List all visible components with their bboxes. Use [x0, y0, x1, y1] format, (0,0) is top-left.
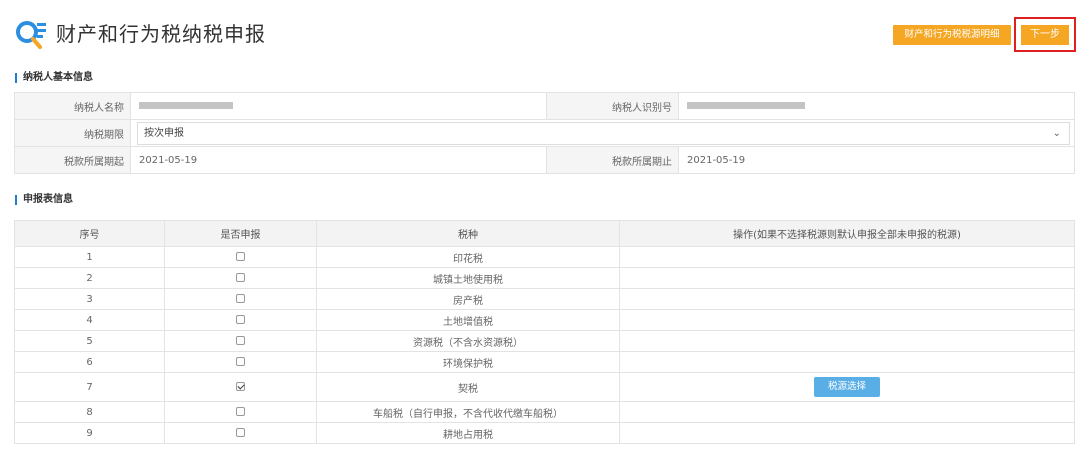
row-number: 8 — [14, 401, 165, 423]
row-number: 3 — [14, 288, 165, 310]
row-number: 1 — [14, 246, 165, 268]
action-cell — [619, 309, 1075, 331]
chevron-down-icon: ⌄ — [1052, 127, 1061, 139]
page-header: 财产和行为税纳税申报 财产和行为税税源明细 下一步 — [0, 0, 1080, 66]
declare-cell — [164, 330, 317, 352]
tax-type: 环境保护税 — [316, 351, 620, 373]
declare-cell — [164, 309, 317, 331]
column-header-tax-type: 税种 — [316, 220, 620, 247]
period-end-label: 税款所属期止 — [546, 146, 679, 174]
declare-cell — [164, 288, 317, 310]
tax-type: 城镇土地使用税 — [316, 267, 620, 289]
period-label: 纳税期限 — [14, 119, 131, 147]
declare-checkbox[interactable] — [236, 294, 245, 303]
period-select[interactable]: 按次申报 ⌄ — [137, 121, 1070, 145]
table-row: 2 城镇土地使用税 — [14, 267, 1075, 289]
action-cell — [619, 267, 1075, 289]
declaration-section-title: 申报表信息 — [15, 195, 73, 205]
row-number: 4 — [14, 309, 165, 331]
search-list-icon — [16, 21, 46, 49]
declare-checkbox[interactable] — [236, 273, 245, 282]
action-cell — [619, 330, 1075, 352]
tax-type: 车船税（自行申报，不含代收代缴车船税） — [316, 401, 620, 423]
tax-type: 资源税（不含水资源税） — [316, 330, 620, 352]
declare-cell — [164, 351, 317, 373]
table-row: 7 契税 税源选择 — [14, 372, 1075, 402]
action-cell — [619, 351, 1075, 373]
column-header-action: 操作(如果不选择税源则默认申报全部未申报的税源) — [619, 220, 1075, 247]
taxpayer-name-label: 纳税人名称 — [14, 92, 131, 120]
tax-type: 印花税 — [316, 246, 620, 268]
redacted-value — [687, 102, 805, 109]
action-cell: 税源选择 — [619, 372, 1075, 402]
row-number: 9 — [14, 422, 165, 444]
column-header-no: 序号 — [14, 220, 165, 247]
tax-source-detail-button[interactable]: 财产和行为税税源明细 — [893, 25, 1011, 45]
tax-type: 土地增值税 — [316, 309, 620, 331]
taxpayer-id-label: 纳税人识别号 — [546, 92, 679, 120]
tax-type: 耕地占用税 — [316, 422, 620, 444]
basic-info-section-title: 纳税人基本信息 — [15, 73, 93, 83]
row-number: 5 — [14, 330, 165, 352]
action-cell — [619, 246, 1075, 268]
declare-checkbox-checked[interactable] — [236, 382, 245, 391]
declare-checkbox[interactable] — [236, 428, 245, 437]
row-number: 7 — [14, 372, 165, 402]
tax-type: 契税 — [316, 372, 620, 402]
declare-checkbox[interactable] — [236, 336, 245, 345]
column-header-declare: 是否申报 — [164, 220, 317, 247]
period-select-value: 按次申报 — [144, 127, 184, 139]
table-row: 3 房产税 — [14, 288, 1075, 310]
period-cell: 按次申报 ⌄ — [130, 119, 1075, 147]
table-row: 9 耕地占用税 — [14, 422, 1075, 444]
declare-cell — [164, 246, 317, 268]
declare-checkbox[interactable] — [236, 357, 245, 366]
next-step-highlight: 下一步 — [1014, 17, 1076, 52]
table-row: 8 车船税（自行申报，不含代收代缴车船税） — [14, 401, 1075, 423]
action-cell — [619, 422, 1075, 444]
action-cell — [619, 401, 1075, 423]
page-title: 财产和行为税纳税申报 — [56, 22, 266, 46]
declaration-table: 序号 是否申报 税种 操作(如果不选择税源则默认申报全部未申报的税源) 1 印花… — [14, 220, 1075, 444]
table-row: 5 资源税（不含水资源税） — [14, 330, 1075, 352]
table-row: 6 环境保护税 — [14, 351, 1075, 373]
declare-cell — [164, 372, 317, 402]
action-cell — [619, 288, 1075, 310]
basic-info-table: 纳税人名称 纳税人识别号 纳税期限 按次申报 ⌄ 税款所属期起 2021-05-… — [14, 92, 1075, 174]
tax-source-select-button[interactable]: 税源选择 — [814, 377, 880, 397]
declare-checkbox[interactable] — [236, 252, 245, 261]
taxpayer-id-value — [678, 92, 1075, 120]
period-end-value: 2021-05-19 — [678, 146, 1075, 174]
declare-cell — [164, 267, 317, 289]
declare-checkbox[interactable] — [236, 407, 245, 416]
row-number: 2 — [14, 267, 165, 289]
next-step-button[interactable]: 下一步 — [1021, 25, 1069, 45]
table-row: 4 土地增值税 — [14, 309, 1075, 331]
declare-checkbox[interactable] — [236, 315, 245, 324]
declare-cell — [164, 401, 317, 423]
table-row: 1 印花税 — [14, 246, 1075, 268]
period-start-value: 2021-05-19 — [130, 146, 547, 174]
taxpayer-name-value — [130, 92, 547, 120]
declare-cell — [164, 422, 317, 444]
row-number: 6 — [14, 351, 165, 373]
redacted-value — [139, 102, 233, 109]
period-start-label: 税款所属期起 — [14, 146, 131, 174]
tax-type: 房产税 — [316, 288, 620, 310]
